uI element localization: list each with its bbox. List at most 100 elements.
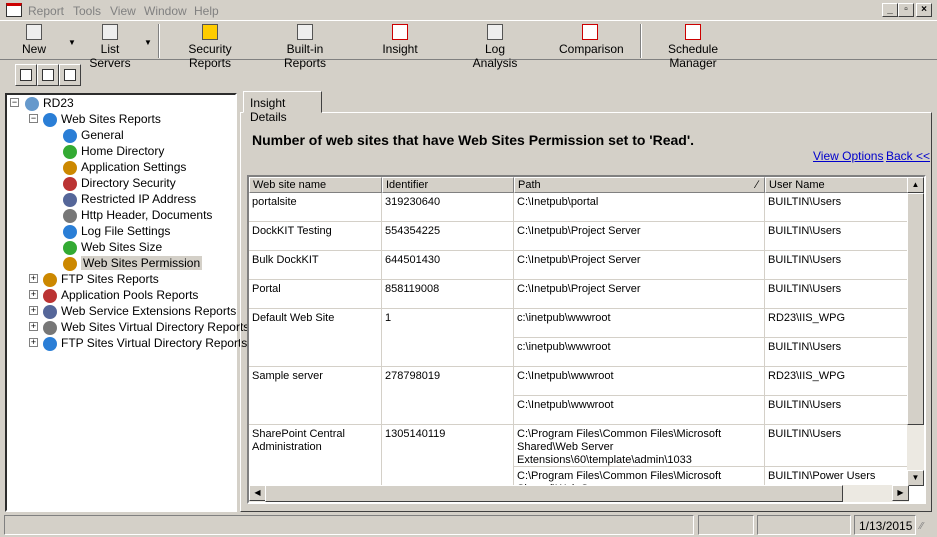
column-header-web-site-name[interactable]: Web site name	[249, 177, 382, 193]
menu-bar: Report Tools View Window Help _ ▫ ×	[0, 0, 937, 21]
cell-identifier: 858119008	[382, 280, 514, 308]
tree-node-label: Restricted IP Address	[81, 192, 197, 206]
tree-item-web-sites-reports[interactable]: − Web Sites Reports	[29, 111, 161, 127]
tree-item-application-settings[interactable]: Application Settings	[63, 159, 186, 175]
tree-item-ftp-sites-virtual-directory-reports[interactable]: + FTP Sites Virtual Directory Reports	[29, 335, 247, 351]
print-preview-button[interactable]	[37, 64, 59, 86]
cell-path: C:\Inetpub\Project Server	[514, 251, 764, 280]
tree-node-label: Log File Settings	[81, 224, 171, 238]
table-row[interactable]: Default Web Site 1 c:\inetpub\wwwroot c:\in…	[249, 309, 909, 367]
tree-node-icon	[63, 176, 77, 191]
scroll-up-button[interactable]: ▲	[907, 177, 924, 193]
scroll-right-button[interactable]: ▶	[892, 485, 909, 501]
horizontal-scroll-thumb[interactable]	[265, 485, 843, 502]
column-header-path[interactable]: Path ∕	[514, 177, 765, 193]
cell-user-name: RD23\IIS_WPG	[765, 367, 909, 396]
menu-report[interactable]: Report	[28, 4, 64, 18]
tree-node-icon	[43, 336, 57, 351]
security-reports-button[interactable]: Security Reports	[168, 24, 252, 70]
tree-item-http-header-documents[interactable]: Http Header, Documents	[63, 207, 212, 223]
scroll-left-button[interactable]: ◀	[249, 485, 266, 501]
log-analysis-button[interactable]: Log Analysis	[462, 24, 528, 70]
tree-node-icon	[43, 112, 57, 127]
minimize-button[interactable]: _	[882, 3, 898, 17]
table-row[interactable]: DockKIT Testing 554354225 C:\Inetpub\Proje…	[249, 222, 909, 251]
tree-item-application-pools-reports[interactable]: + Application Pools Reports	[29, 287, 198, 303]
cell-path: C:\Inetpub\Project Server	[514, 280, 764, 309]
report-tree[interactable]: − RD23− Web Sites Reports General Home Direc…	[5, 93, 249, 512]
cell-path-group: c:\inetpub\wwwroot c:\inetpub\wwwroot	[514, 309, 765, 367]
tree-item-home-directory[interactable]: Home Directory	[63, 143, 164, 159]
tree-node-icon	[63, 192, 77, 207]
expand-toggle[interactable]: +	[29, 274, 38, 283]
cell-user-group: RD23\IIS_WPG BUILTIN\Users	[765, 367, 909, 425]
cell-path-group: C:\Inetpub\Project Server	[514, 222, 765, 251]
expand-toggle[interactable]: −	[10, 98, 19, 107]
table-row[interactable]: Portal 858119008 C:\Inetpub\Project Server…	[249, 280, 909, 309]
tree-item-restricted-ip-address[interactable]: Restricted IP Address	[63, 191, 196, 207]
menu-view[interactable]: View	[110, 4, 136, 18]
resize-grip-icon[interactable]: ⁄⁄	[920, 521, 923, 532]
tree-node-icon	[43, 320, 57, 335]
list-servers-dropdown-arrow[interactable]: ▼	[144, 38, 152, 47]
builtin-reports-button[interactable]: Built-in Reports	[267, 24, 343, 70]
tree-node-label: Web Sites Size	[81, 240, 163, 254]
view-options-link[interactable]: View Options	[813, 149, 883, 163]
new-button[interactable]: New	[22, 24, 46, 56]
close-button[interactable]: ×	[916, 3, 932, 17]
expand-toggle[interactable]: +	[29, 338, 38, 347]
print-icon	[20, 69, 32, 81]
schedule-manager-button[interactable]: Schedule Manager	[647, 24, 739, 70]
list-servers-button[interactable]: List Servers	[80, 24, 140, 70]
menu-help[interactable]: Help	[194, 4, 219, 18]
column-header-identifier[interactable]: Identifier	[382, 177, 514, 193]
reports-icon	[297, 24, 313, 40]
cell-user-group: BUILTIN\Users	[765, 222, 909, 251]
vertical-scrollbar[interactable]: ▲ ▼	[907, 177, 924, 486]
tree-item-web-sites-virtual-directory-reports[interactable]: + Web Sites Virtual Directory Reports	[29, 319, 249, 335]
table-row[interactable]: Sample server 278798019 C:\Inetpub\wwwroot…	[249, 367, 909, 425]
log-analysis-label: Log Analysis	[472, 42, 518, 70]
tree-item-web-sites-permission[interactable]: Web Sites Permission	[63, 255, 203, 271]
status-pane	[757, 515, 851, 535]
menu-window[interactable]: Window	[144, 4, 187, 18]
tree-item-log-file-settings[interactable]: Log File Settings	[63, 223, 170, 239]
table-row[interactable]: portalsite 319230640 C:\Inetpub\portal BUIL…	[249, 193, 909, 222]
tree-node-label: Web Sites Permission	[81, 256, 203, 270]
tab-insight-details[interactable]: Insight Details	[243, 91, 322, 124]
cell-path: C:\Program Files\Common Files\Microsoft …	[514, 425, 764, 467]
tree-item-directory-security[interactable]: Directory Security	[63, 175, 176, 191]
checklist-button[interactable]	[59, 64, 81, 86]
back-link[interactable]: Back <<	[886, 149, 930, 163]
tree-item-ftp-sites-reports[interactable]: + FTP Sites Reports	[29, 271, 159, 287]
app-icon	[6, 3, 22, 17]
expand-toggle[interactable]: −	[29, 114, 38, 123]
cell-user-name: BUILTIN\Users	[765, 251, 909, 280]
cell-identifier: 554354225	[382, 222, 514, 250]
print-preview-icon	[42, 69, 54, 81]
cell-user-name: BUILTIN\Users	[765, 396, 909, 425]
tree-item-general[interactable]: General	[63, 127, 124, 143]
print-button[interactable]	[15, 64, 37, 86]
security-reports-label: Security Reports	[188, 42, 232, 70]
cell-user-group: BUILTIN\Users	[765, 251, 909, 280]
restore-button[interactable]: ▫	[898, 3, 914, 17]
horizontal-scrollbar[interactable]: ◀ ▶	[249, 485, 909, 502]
new-dropdown-arrow[interactable]: ▼	[68, 38, 76, 47]
expand-toggle[interactable]: +	[29, 306, 38, 315]
comparison-button[interactable]: Comparison	[559, 24, 624, 56]
tree-item-web-service-extensions-reports[interactable]: + Web Service Extensions Reports	[29, 303, 236, 319]
menu-tools[interactable]: Tools	[73, 4, 101, 18]
cell-path-group: C:\Inetpub\Project Server	[514, 251, 765, 280]
insight-button[interactable]: Insight	[380, 24, 420, 56]
expand-toggle[interactable]: +	[29, 322, 38, 331]
scroll-down-button[interactable]: ▼	[907, 470, 924, 486]
tree-item-web-sites-size[interactable]: Web Sites Size	[63, 239, 162, 255]
table-row[interactable]: Bulk DockKIT 644501430 C:\Inetpub\Project …	[249, 251, 909, 280]
expand-toggle[interactable]: +	[29, 290, 38, 299]
cell-path: c:\inetpub\wwwroot	[514, 309, 764, 338]
tree-node-icon	[43, 304, 57, 319]
vertical-scroll-thumb[interactable]	[907, 193, 924, 425]
tree-item-rd23[interactable]: − RD23	[10, 95, 74, 111]
column-header-user-name[interactable]: User Name	[765, 177, 909, 193]
